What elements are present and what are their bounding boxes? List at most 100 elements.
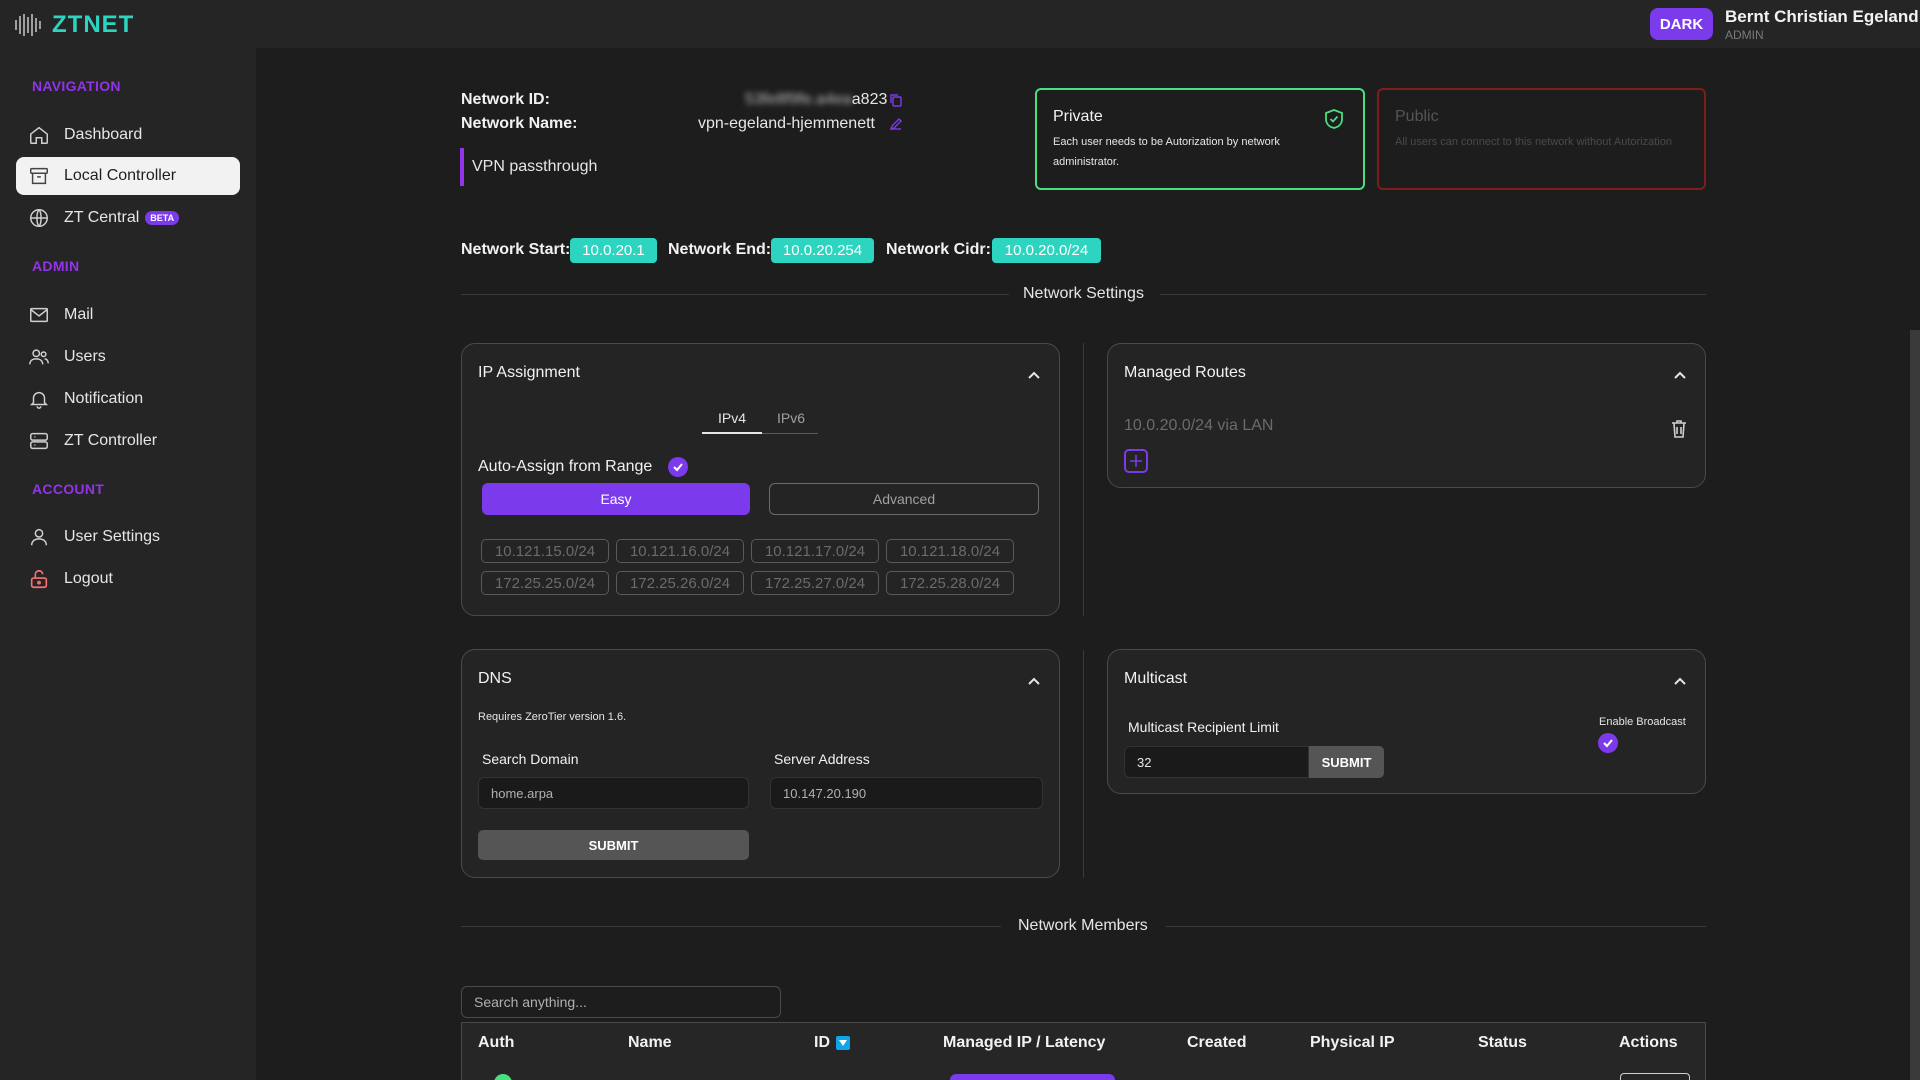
ip-assignment-title: IP Assignment	[478, 364, 580, 381]
sidebar-item-local-controller[interactable]: Local Controller	[16, 157, 240, 195]
add-route-button[interactable]	[1124, 449, 1148, 473]
column-header-managed-ip[interactable]: Managed IP / Latency	[943, 1034, 1105, 1052]
page-scrollbar[interactable]	[1910, 330, 1920, 1080]
tab-ipv6[interactable]: IPv6	[777, 410, 805, 426]
sidebar-item-label: Dashboard	[64, 126, 143, 143]
network-name-value: vpn-egeland-hjemmenett	[698, 115, 875, 132]
sidebar-item-user-settings[interactable]: User Settings	[16, 518, 240, 556]
copy-icon[interactable]	[889, 93, 903, 107]
public-access-card[interactable]: Public All users can connect to this net…	[1377, 88, 1706, 190]
network-start-label: Network Start:	[461, 241, 571, 258]
sidebar-item-label: ZT Central	[64, 209, 140, 226]
theme-toggle-button[interactable]: DARK	[1650, 8, 1713, 40]
server-icon	[30, 432, 48, 450]
sidebar-item-label: Mail	[64, 306, 94, 323]
column-separator	[1083, 650, 1084, 878]
ip-range-chip[interactable]: 172.25.26.0/24	[616, 571, 744, 595]
public-card-title: Public	[1395, 108, 1439, 125]
user-name[interactable]: Bernt Christian Egeland	[1725, 7, 1919, 27]
ip-range-chip[interactable]: 172.25.28.0/24	[886, 571, 1014, 595]
dns-version-note: Requires ZeroTier version 1.6.	[478, 711, 627, 723]
sidebar-item-label: Local Controller	[64, 167, 177, 184]
dns-submit-button[interactable]: SUBMIT	[478, 830, 749, 860]
users-icon	[29, 349, 49, 365]
chevron-up-icon[interactable]	[1673, 676, 1687, 686]
plus-icon	[1130, 455, 1142, 467]
multicast-limit-label: Multicast Recipient Limit	[1128, 719, 1279, 735]
ip-range-chip[interactable]: 172.25.27.0/24	[751, 571, 879, 595]
server-address-input[interactable]: 10.147.20.190	[770, 777, 1043, 809]
tab-ipv4-underline	[702, 432, 762, 434]
ip-range-chip[interactable]: 10.121.17.0/24	[751, 539, 879, 563]
managed-ip-pill[interactable]	[950, 1074, 1115, 1080]
multicast-limit-input[interactable]: 32	[1124, 746, 1309, 778]
column-header-physical-ip[interactable]: Physical IP	[1310, 1034, 1395, 1052]
ip-range-chip[interactable]: 10.121.18.0/24	[886, 539, 1014, 563]
search-domain-input[interactable]: home.arpa	[478, 777, 749, 809]
network-id-label: Network ID:	[461, 91, 550, 108]
shield-check-icon	[1325, 109, 1343, 129]
user-role: ADMIN	[1725, 28, 1764, 42]
chevron-up-icon[interactable]	[1673, 370, 1687, 380]
bell-icon	[29, 391, 49, 409]
ip-range-chip[interactable]: 10.121.16.0/24	[616, 539, 744, 563]
sidebar-item-zt-central[interactable]: ZT Central BETA	[16, 199, 240, 237]
network-id-blurred: 53fe8f9fe.a4ea	[745, 91, 852, 108]
member-action-button[interactable]	[1620, 1073, 1690, 1080]
lock-icon	[30, 569, 48, 589]
beta-badge: BETA	[145, 211, 180, 225]
column-header-actions[interactable]: Actions	[1619, 1034, 1678, 1052]
column-header-id-label: ID	[814, 1034, 830, 1051]
network-name-label: Network Name:	[461, 115, 578, 132]
multicast-submit-button[interactable]: SUBMIT	[1309, 746, 1384, 778]
sidebar-item-label: Logout	[64, 570, 113, 587]
managed-route-entry: 10.0.20.0/24 via LAN	[1124, 417, 1274, 434]
enable-broadcast-checkbox[interactable]	[1598, 733, 1618, 753]
sidebar-item-label: Notification	[64, 390, 144, 407]
chevron-up-icon[interactable]	[1027, 676, 1041, 686]
app-name: ZTNET	[52, 11, 135, 38]
sidebar: NAVIGATION Dashboard Local Controller ZT…	[0, 48, 256, 1080]
managed-routes-title: Managed Routes	[1124, 364, 1246, 381]
column-header-auth[interactable]: Auth	[478, 1034, 514, 1052]
multicast-title: Multicast	[1124, 670, 1188, 687]
edit-icon[interactable]	[889, 117, 903, 131]
dns-title: DNS	[478, 670, 512, 687]
chevron-up-icon[interactable]	[1027, 370, 1041, 380]
enable-broadcast-label: Enable Broadcast	[1599, 716, 1686, 728]
mail-icon	[30, 307, 48, 323]
sidebar-item-dashboard[interactable]: Dashboard	[16, 116, 240, 154]
ip-range-chip[interactable]: 172.25.25.0/24	[481, 571, 609, 595]
sidebar-item-users[interactable]: Users	[16, 338, 240, 376]
nav-section-account: ACCOUNT	[32, 481, 105, 497]
advanced-mode-button[interactable]: Advanced	[769, 483, 1039, 515]
top-bar: ZTNET DARK Bernt Christian Egeland ADMIN	[0, 0, 1920, 48]
members-search-input[interactable]: Search anything...	[461, 986, 781, 1018]
sidebar-item-notification[interactable]: Notification	[16, 380, 240, 418]
network-cidr-label: Network Cidr:	[886, 241, 991, 258]
ip-range-chip[interactable]: 10.121.15.0/24	[481, 539, 609, 563]
column-header-id[interactable]: ID	[814, 1034, 850, 1052]
network-settings-heading: Network Settings	[1023, 285, 1144, 302]
network-description[interactable]: VPN passthrough	[472, 158, 597, 176]
description-accent-bar	[460, 148, 464, 186]
nav-section-navigation: NAVIGATION	[32, 78, 121, 94]
sort-desc-icon[interactable]	[836, 1035, 850, 1050]
network-end-label: Network End:	[668, 241, 772, 258]
easy-mode-button[interactable]: Easy	[482, 483, 750, 515]
tab-ipv4[interactable]: IPv4	[718, 410, 746, 426]
column-header-created[interactable]: Created	[1187, 1034, 1247, 1052]
column-header-status[interactable]: Status	[1478, 1034, 1527, 1052]
sidebar-item-mail[interactable]: Mail	[16, 296, 240, 334]
globe-icon	[30, 209, 48, 227]
trash-icon[interactable]	[1670, 419, 1688, 439]
tab-ipv6-underline	[762, 433, 818, 434]
sidebar-item-zt-controller[interactable]: ZT Controller	[16, 422, 240, 460]
sidebar-item-logout[interactable]: Logout	[16, 560, 240, 598]
column-header-name[interactable]: Name	[628, 1034, 672, 1052]
network-cidr-chip: 10.0.20.0/24	[992, 238, 1101, 263]
auto-assign-checkbox[interactable]	[668, 457, 688, 477]
app-logo[interactable]: ZTNET	[14, 11, 134, 39]
column-separator	[1083, 343, 1084, 616]
private-access-card[interactable]: Private Each user needs to be Autorizati…	[1035, 88, 1365, 190]
